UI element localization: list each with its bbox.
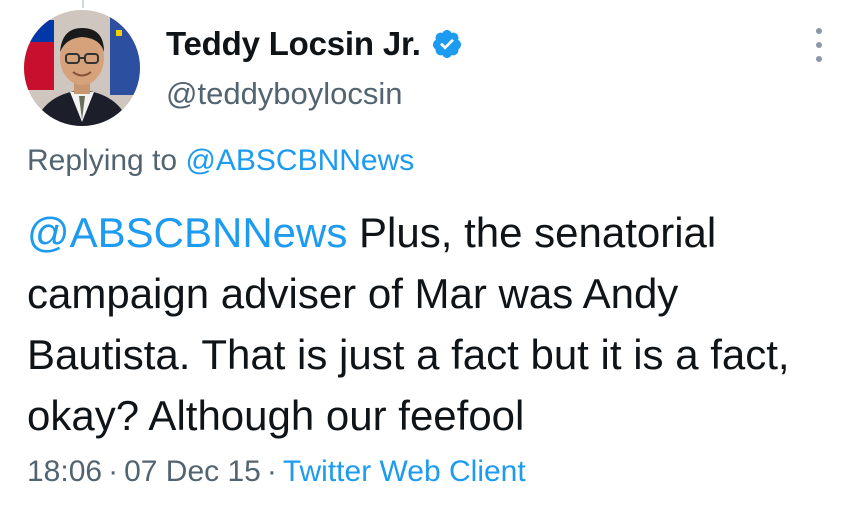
more-dot: [816, 56, 822, 62]
tweet-time[interactable]: 18:06: [27, 455, 102, 488]
tweet-source-link[interactable]: Twitter Web Client: [283, 455, 526, 488]
tweet-text: @ABSCBNNews Plus, the senatorial campaig…: [27, 202, 847, 446]
tweet-meta: 18:06 · 07 Dec 15 · Twitter Web Client: [27, 455, 526, 489]
author-name-row[interactable]: Teddy Locsin Jr.: [166, 22, 463, 66]
thread-connector-line: [82, 0, 84, 8]
more-dot: [816, 28, 822, 34]
meta-separator: ·: [108, 455, 119, 488]
more-dot: [816, 42, 822, 48]
tweet-mention-link[interactable]: @ABSCBNNews: [27, 209, 347, 256]
author-handle[interactable]: @teddyboylocsin: [166, 76, 403, 112]
verified-badge-icon: [431, 28, 463, 60]
replying-to: Replying to @ABSCBNNews: [27, 144, 414, 178]
replying-to-mention-link[interactable]: @ABSCBNNews: [185, 144, 414, 177]
avatar-image: [24, 10, 140, 126]
more-vertical-icon[interactable]: [807, 28, 831, 62]
tweet-date[interactable]: 07 Dec 15: [124, 455, 261, 488]
replying-to-label: Replying to: [27, 144, 178, 177]
avatar[interactable]: [24, 10, 140, 126]
author-display-name[interactable]: Teddy Locsin Jr.: [166, 25, 421, 63]
meta-separator: ·: [266, 455, 277, 488]
